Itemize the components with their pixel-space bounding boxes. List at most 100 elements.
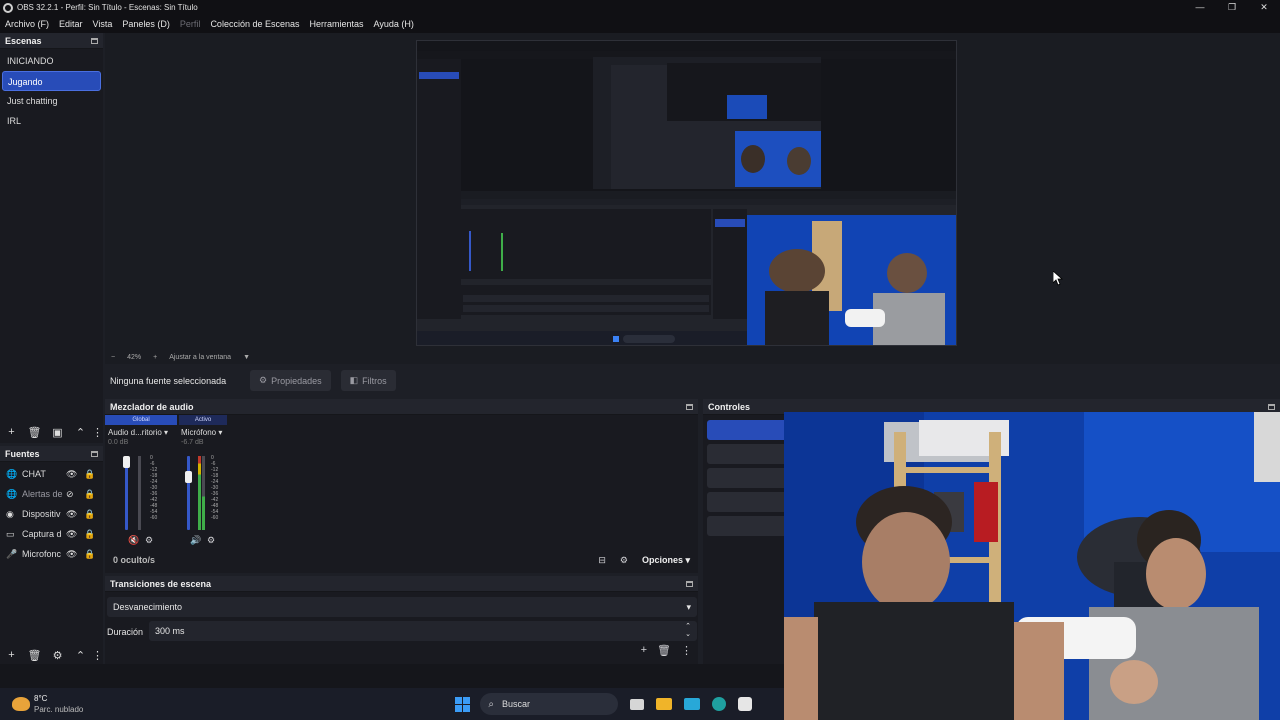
- studio-mode-button[interactable]: [707, 492, 787, 512]
- menu-herramientas[interactable]: Herramientas: [310, 19, 364, 29]
- add-scene-button[interactable]: +: [0, 426, 23, 438]
- taskbar-search[interactable]: ⌕ Buscar: [480, 693, 619, 715]
- stepper-arrows-icon[interactable]: ⌃ ⌄: [685, 623, 691, 639]
- start-streaming-button[interactable]: [707, 420, 787, 440]
- source-properties-button[interactable]: ⚙: [46, 649, 69, 662]
- move-source-up-button[interactable]: ⌃: [69, 649, 92, 662]
- start-recording-button[interactable]: [707, 444, 787, 464]
- move-scene-up-button[interactable]: ⌃: [69, 426, 92, 439]
- menu-vista[interactable]: Vista: [93, 19, 113, 29]
- lock-icon[interactable]: 🔒: [84, 469, 95, 480]
- source-item-microfono[interactable]: 🎤 Microfonc 👁 🔒: [0, 544, 103, 564]
- options-label: Opciones: [641, 554, 683, 565]
- source-item-dispositivo[interactable]: ◉ Dispositiv 👁 🔒: [0, 504, 103, 524]
- window-controls: — ❐ ✕: [1184, 0, 1280, 15]
- volume-slider-knob[interactable]: [185, 471, 192, 483]
- minimize-button[interactable]: —: [1184, 0, 1216, 15]
- eye-icon[interactable]: 👁: [66, 549, 77, 560]
- advanced-audio-icon[interactable]: ⚙: [620, 555, 628, 566]
- transition-select[interactable]: Desvanecimiento ▾: [107, 597, 697, 617]
- controls-title: Controles: [708, 401, 751, 412]
- undock-icon[interactable]: [91, 37, 98, 44]
- preview-zoom-bar: − 42% + Ajustar a la ventana ▼: [105, 350, 1280, 364]
- gear-icon: ⚙: [259, 375, 268, 385]
- scenes-more-button[interactable]: ⋮: [92, 426, 103, 439]
- properties-label: Propiedades: [271, 375, 322, 386]
- scenes-list: INICIANDO Jugando Just chatting IRL: [0, 49, 103, 133]
- menu-perfil[interactable]: Perfil: [180, 19, 201, 29]
- volume-slider-track[interactable]: [187, 456, 190, 530]
- scene-item-jugando[interactable]: Jugando: [2, 71, 101, 91]
- menu-archivo[interactable]: Archivo (F): [5, 19, 49, 29]
- source-item-captura[interactable]: ▭ Captura d 👁 🔒: [0, 524, 103, 544]
- mixer-layout-icon[interactable]: ⊟: [598, 555, 606, 566]
- menu-coleccion-escenas[interactable]: Colección de Escenas: [210, 19, 299, 29]
- status-bar: [0, 664, 784, 688]
- duration-spinbox[interactable]: 300 ms ⌃ ⌄: [149, 621, 697, 641]
- close-button[interactable]: ✕: [1248, 0, 1280, 15]
- app-icon[interactable]: [738, 697, 753, 711]
- transition-more-button[interactable]: ⋮: [681, 644, 692, 657]
- menu-editar[interactable]: Editar: [59, 19, 83, 29]
- chevron-down-icon[interactable]: ▾: [164, 428, 168, 437]
- file-explorer-icon[interactable]: [656, 698, 673, 710]
- channel-settings-icon[interactable]: ⚙: [207, 535, 215, 546]
- undock-icon[interactable]: [1268, 403, 1275, 410]
- eye-hidden-icon[interactable]: ⊘: [66, 489, 74, 500]
- tab-global[interactable]: Global: [105, 415, 177, 425]
- zoom-out-button[interactable]: −: [111, 354, 115, 361]
- options-button[interactable]: Opciones ▾: [642, 555, 690, 566]
- fit-to-window-label: Ajustar a la ventana: [169, 353, 232, 361]
- source-item-alertas[interactable]: 🌐 Alertas de ⊘ 🔒: [0, 484, 103, 504]
- task-view-icon[interactable]: [630, 698, 645, 710]
- globe-icon: 🌐: [6, 468, 18, 479]
- weather-icon[interactable]: [12, 697, 30, 711]
- properties-button[interactable]: ⚙ Propiedades: [250, 370, 331, 391]
- zoom-in-button[interactable]: +: [153, 354, 157, 361]
- lock-icon[interactable]: 🔒: [84, 549, 95, 560]
- db-scale: 0 -6 -12 -18 -24 -30 -36 -42 -48 -54 -60: [150, 455, 157, 521]
- edge-icon[interactable]: [712, 697, 727, 711]
- windows-start-icon[interactable]: [455, 696, 471, 712]
- scene-item-irl[interactable]: IRL: [2, 111, 101, 131]
- lock-icon[interactable]: 🔒: [84, 509, 95, 520]
- menu-ayuda[interactable]: Ayuda (H): [374, 19, 414, 29]
- settings-button[interactable]: [707, 516, 787, 536]
- chevron-down-icon[interactable]: ▾: [218, 428, 222, 437]
- scene-item-just-chatting[interactable]: Just chatting: [2, 91, 101, 111]
- weather-temp: 8°C: [34, 694, 48, 703]
- windows-taskbar: 8°C Parc. nublado ⌕ Buscar: [0, 688, 784, 720]
- volume-slider-knob[interactable]: [123, 456, 130, 468]
- undock-icon[interactable]: [686, 580, 693, 587]
- source-label: CHAT: [22, 469, 46, 479]
- scene-filters-button[interactable]: ▣: [46, 426, 69, 439]
- store-icon[interactable]: [684, 698, 701, 710]
- eye-icon[interactable]: 👁: [66, 529, 77, 540]
- menu-paneles[interactable]: Paneles (D): [122, 19, 170, 29]
- maximize-button[interactable]: ❐: [1216, 0, 1248, 15]
- eye-icon[interactable]: 👁: [66, 509, 77, 520]
- sources-header: Fuentes: [0, 446, 103, 462]
- undock-icon[interactable]: [686, 403, 693, 410]
- add-transition-button[interactable]: +: [641, 644, 647, 657]
- lock-icon[interactable]: 🔒: [84, 529, 95, 540]
- duration-label: Duración: [107, 627, 144, 637]
- add-source-button[interactable]: +: [0, 649, 23, 661]
- scene-item-iniciando[interactable]: INICIANDO: [2, 51, 101, 71]
- chevron-down-icon[interactable]: ▼: [243, 354, 250, 361]
- remove-transition-button[interactable]: 🗑: [657, 644, 671, 657]
- weather-widget[interactable]: 8°C Parc. nublado: [34, 693, 83, 715]
- muted-speaker-icon[interactable]: 🔇: [128, 535, 139, 546]
- remove-scene-button[interactable]: 🗑: [23, 426, 46, 439]
- remove-source-button[interactable]: 🗑: [23, 649, 46, 662]
- lock-icon[interactable]: 🔒: [84, 489, 95, 500]
- tab-activo[interactable]: Activo: [179, 415, 227, 425]
- undock-icon[interactable]: [91, 450, 98, 457]
- virtual-camera-button[interactable]: [707, 468, 787, 488]
- filters-button[interactable]: ◧ Filtros: [340, 370, 396, 391]
- speaker-icon[interactable]: 🔊: [190, 535, 201, 546]
- eye-icon[interactable]: 👁: [66, 469, 77, 480]
- channel-settings-icon[interactable]: ⚙: [145, 535, 153, 546]
- sources-more-button[interactable]: ⋮: [92, 649, 103, 662]
- source-item-chat[interactable]: 🌐 CHAT 👁 🔒: [0, 464, 103, 484]
